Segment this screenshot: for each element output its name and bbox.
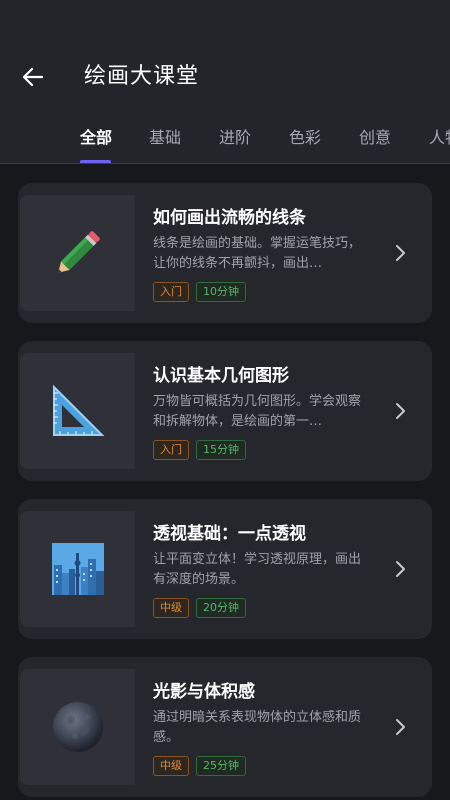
duration-badge: 15分钟 <box>196 440 246 460</box>
chevron-right-icon <box>390 398 410 424</box>
tab-color[interactable]: 色彩 <box>289 124 321 148</box>
lesson-title: 认识基本几何图形 <box>153 366 289 386</box>
lesson-card[interactable]: 透视基础：一点透视 让平面变立体！学习透视原理，画出有深度的场景。 中级 20分… <box>18 499 432 639</box>
arrow-left-icon <box>22 67 44 87</box>
duration-badge: 25分钟 <box>196 756 246 776</box>
level-badge: 入门 <box>153 282 189 302</box>
pencil-icon <box>57 231 100 273</box>
lesson-thumbnail <box>20 353 135 469</box>
lesson-title: 透视基础：一点透视 <box>153 524 306 544</box>
lesson-title: 如何画出流畅的线条 <box>153 208 306 228</box>
lesson-thumbnail <box>20 669 135 785</box>
chevron-right-icon <box>390 556 410 582</box>
lesson-thumbnail <box>20 195 135 311</box>
lesson-title: 光影与体积感 <box>153 682 255 702</box>
tabs-divider <box>0 163 450 164</box>
lesson-tags: 入门 15分钟 <box>153 440 246 460</box>
lesson-description: 通过明暗关系表现物体的立体感和质感。 <box>153 710 362 745</box>
lesson-card[interactable]: 如何画出流畅的线条 线条是绘画的基础。掌握运笔技巧，让你的线条不再颤抖，画出… … <box>18 183 432 323</box>
duration-badge: 10分钟 <box>196 282 246 302</box>
tab-creative[interactable]: 创意 <box>359 124 391 148</box>
lesson-card[interactable]: 光影与体积感 通过明暗关系表现物体的立体感和质感。 中级 25分钟 <box>18 657 432 797</box>
top-bar: 绘画大课堂 全部 基础 进阶 色彩 创意 人物 <box>0 0 450 164</box>
level-badge: 中级 <box>153 598 189 618</box>
chevron-right-icon <box>390 240 410 266</box>
tab-figure[interactable]: 人物 <box>429 124 450 148</box>
lesson-tags: 中级 25分钟 <box>153 756 246 776</box>
lesson-tags: 入门 10分钟 <box>153 282 246 302</box>
lesson-card[interactable]: 认识基本几何图形 万物皆可概括为几何图形。学会观察和拆解物体，是绘画的第一… 入… <box>18 341 432 481</box>
page-title: 绘画大课堂 <box>84 64 200 89</box>
lesson-tags: 中级 20分钟 <box>153 598 246 618</box>
moon-icon <box>52 702 103 752</box>
triangle-ruler-icon <box>52 384 104 436</box>
tab-advanced[interactable]: 进阶 <box>219 124 251 148</box>
level-badge: 入门 <box>153 440 189 460</box>
city-skyline-icon <box>51 543 104 595</box>
tab-all[interactable]: 全部 <box>80 124 112 148</box>
chevron-right-icon <box>390 714 410 740</box>
back-button[interactable] <box>16 60 50 94</box>
tab-basic[interactable]: 基础 <box>149 124 181 148</box>
lesson-description: 让平面变立体！学习透视原理，画出有深度的场景。 <box>153 552 362 587</box>
lesson-thumbnail <box>20 511 135 627</box>
level-badge: 中级 <box>153 756 189 776</box>
duration-badge: 20分钟 <box>196 598 246 618</box>
lesson-description: 线条是绘画的基础。掌握运笔技巧，让你的线条不再颤抖，画出… <box>153 236 362 271</box>
category-tabs: 全部 基础 进阶 色彩 创意 人物 <box>0 112 450 164</box>
lesson-description: 万物皆可概括为几何图形。学会观察和拆解物体，是绘画的第一… <box>153 394 362 429</box>
